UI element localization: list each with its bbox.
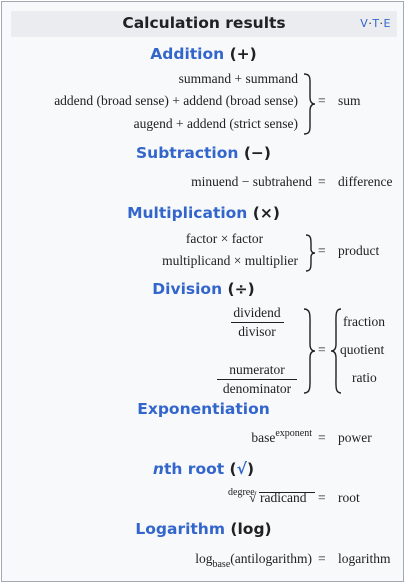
multiplication-brace [305, 234, 316, 272]
subtraction-equals: = [318, 174, 326, 189]
edit-template-link[interactable]: E [384, 17, 391, 30]
division-equals: = [318, 342, 326, 357]
title-bar: Calculation results V·T·E [11, 11, 397, 37]
division-numerator-1: dividend [233, 305, 281, 320]
logarithm-link[interactable]: Logarithm [135, 520, 225, 538]
division-symbol: (÷) [227, 280, 255, 298]
addition-symbol: (+) [229, 45, 257, 63]
division-link[interactable]: Division [152, 280, 222, 298]
nth-root-heading: nth root (√) [152, 460, 255, 478]
radicand: radicand [260, 490, 307, 505]
nth-root-link[interactable]: nth root [153, 460, 224, 478]
addition-heading: Addition (+) [2, 45, 405, 63]
vte-links: V·T·E [360, 17, 391, 30]
multiplication-symbol: (×) [252, 204, 280, 222]
subtraction-expression: minuend − subtrahend [191, 174, 312, 189]
multiplication-result: product [338, 243, 380, 258]
division-left-brace [303, 308, 316, 394]
multiplication-heading: Multiplication (×) [2, 204, 405, 222]
radical-symbol-link[interactable]: √ [237, 460, 247, 478]
nth-root-equals: = [318, 490, 326, 505]
division-result-ratio: ratio [352, 370, 377, 385]
logarithm-equals: = [318, 551, 326, 566]
logarithm-expression: logbase(antilogarithm) [195, 551, 312, 570]
division-numerator-2: numerator [229, 362, 285, 377]
addition-line-2: addend (broad sense) + addend (broad sen… [54, 93, 298, 108]
subtraction-heading: Subtraction (−) [2, 144, 405, 162]
multiplication-line-1: factor × factor [185, 231, 264, 246]
division-fraction-bar-2 [217, 379, 297, 380]
division-result-fraction: fraction [343, 314, 385, 329]
multiplication-equals: = [318, 243, 326, 258]
calculation-results-navbox: Calculation results V·T·E Addition (+) s… [1, 1, 404, 582]
nth-root-result: root [338, 490, 360, 505]
multiplication-line-2: multiplicand × multiplier [162, 253, 298, 268]
exponent-superscript: exponent [275, 428, 312, 439]
addition-line-1: summand + summand [178, 71, 298, 86]
multiplication-link[interactable]: Multiplication [127, 204, 247, 222]
division-result-quotient: quotient [340, 342, 385, 357]
addition-brace [303, 73, 316, 135]
division-heading: Division (÷) [2, 280, 405, 298]
addition-equals: = [318, 93, 326, 108]
exponentiation-expression: baseexponent [251, 428, 312, 446]
talk-template-link[interactable]: T [372, 17, 379, 30]
division-denominator-1: divisor [238, 324, 276, 339]
logarithm-symbol: (log) [230, 520, 272, 538]
logarithm-result: logarithm [338, 551, 391, 566]
exponentiation-equals: = [318, 430, 326, 445]
navbox-title: Calculation results [122, 14, 286, 32]
division-denominator-2: denominator [222, 381, 292, 396]
addition-line-3: augend + addend (strict sense) [133, 116, 298, 131]
logarithm-heading: Logarithm (log) [2, 520, 405, 538]
addition-result: sum [338, 93, 361, 108]
subtraction-result: difference [338, 174, 393, 189]
exponentiation-heading: Exponentiation [2, 400, 405, 418]
exponent-base: base [251, 430, 276, 445]
addition-link[interactable]: Addition [150, 45, 224, 63]
exponentiation-link[interactable]: Exponentiation [137, 400, 270, 418]
log-base-subscript: base [212, 559, 231, 570]
division-fraction-bar-1 [231, 322, 284, 323]
exponentiation-result: power [338, 430, 372, 445]
radical-sign: √ [249, 490, 257, 505]
subtraction-link[interactable]: Subtraction [136, 144, 238, 162]
subtraction-symbol: (−) [243, 144, 271, 162]
